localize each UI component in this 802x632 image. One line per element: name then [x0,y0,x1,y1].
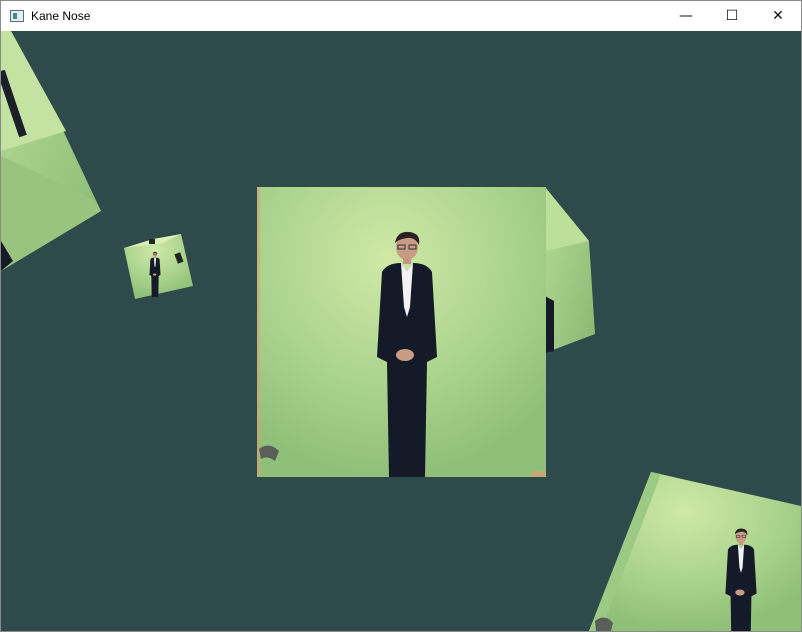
cube-scene [1,31,801,631]
cube-right [545,187,595,353]
app-icon [10,10,24,22]
cube-top-left [1,31,101,271]
close-button[interactable]: ✕ [755,1,801,31]
cube-center [257,187,546,477]
cube-small [124,234,193,299]
cube-bottom-right [589,472,801,631]
window-controls: — ☐ ✕ [663,1,801,31]
window-title: Kane Nose [31,9,91,23]
maximize-button[interactable]: ☐ [709,1,755,31]
app-window: Kane Nose — ☐ ✕ [0,0,802,632]
opengl-viewport[interactable] [1,31,801,631]
minimize-button[interactable]: — [663,1,709,31]
title-bar[interactable]: Kane Nose — ☐ ✕ [1,1,801,31]
